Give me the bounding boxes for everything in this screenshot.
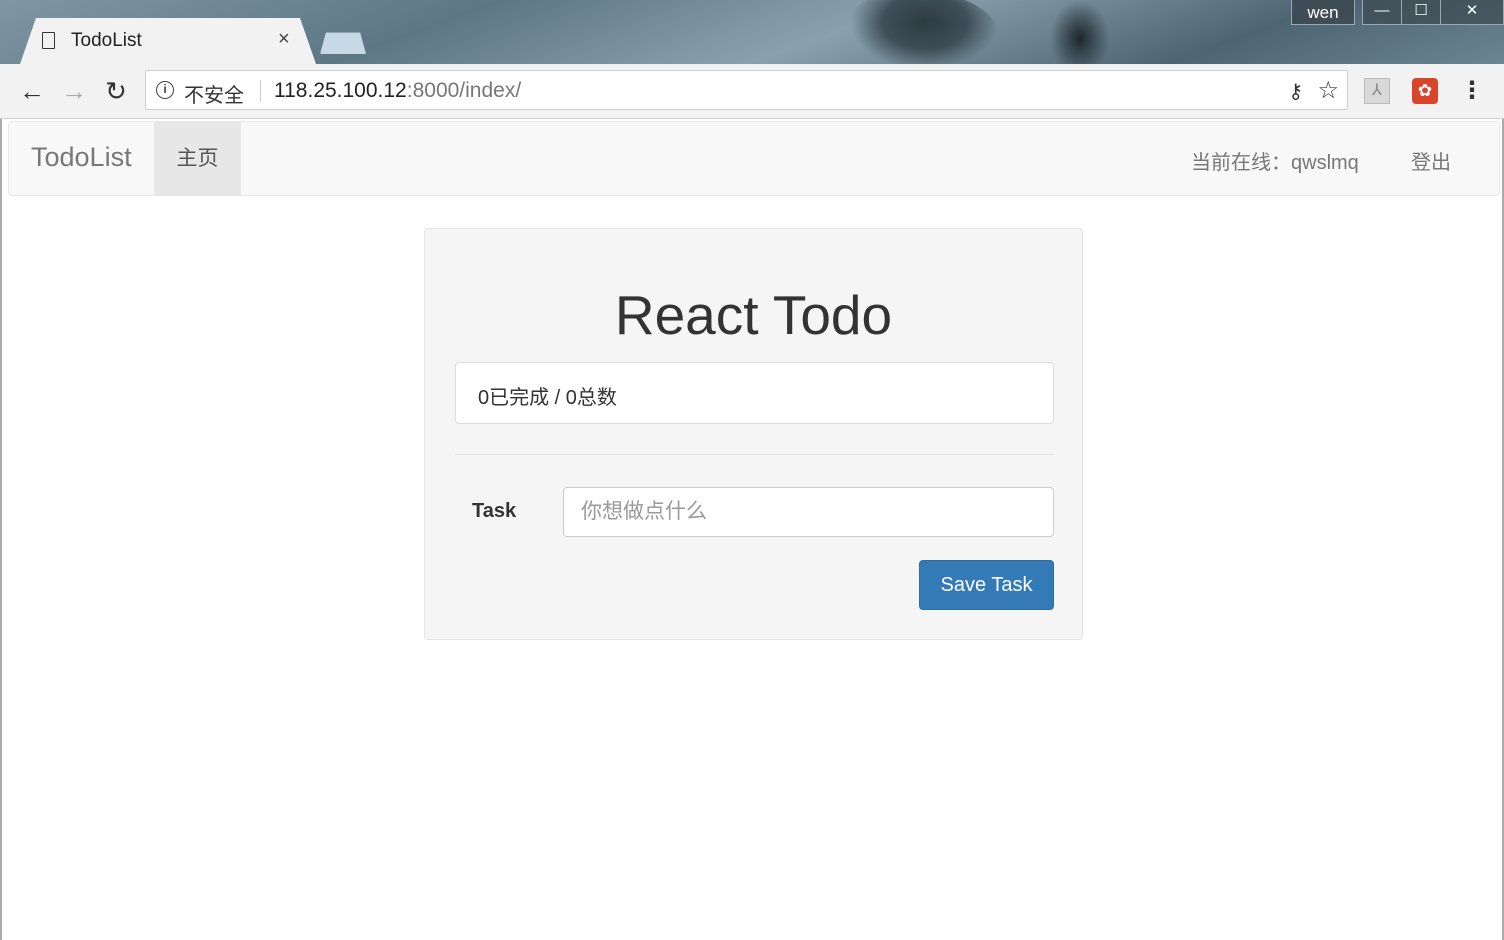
task-stats: 0已完成 / 0总数 — [478, 387, 617, 409]
save-task-button[interactable]: Save Task — [919, 560, 1054, 610]
divider — [455, 454, 1054, 455]
browser-toolbar: ← → ↻ i 不安全 118.25.100.12:8000/index/ ⚷ … — [0, 64, 1504, 119]
tab-shape — [20, 18, 316, 64]
browser-title-bar: TodoList × wen — ☐ ✕ — [0, 0, 1504, 64]
red-extension-icon[interactable]: ✿ — [1412, 78, 1438, 104]
reload-button[interactable]: ↻ — [101, 76, 131, 106]
star-icon[interactable]: ☆ — [1317, 76, 1339, 105]
maximize-button[interactable]: ☐ — [1401, 0, 1441, 25]
profile-button[interactable]: wen — [1291, 0, 1355, 25]
wallpaper-decoration — [1050, 0, 1110, 64]
tab-close-icon[interactable]: × — [278, 28, 290, 51]
task-stats-box: 0已完成 / 0总数 — [455, 362, 1054, 424]
url-path: :8000/index/ — [406, 79, 522, 102]
divider — [260, 80, 261, 102]
page-title: React Todo — [614, 284, 893, 346]
menu-icon[interactable]: ⋮ — [1460, 76, 1484, 106]
address-bar[interactable]: i 不安全 118.25.100.12:8000/index/ ⚷ ☆ — [145, 70, 1348, 110]
forward-button[interactable]: → — [59, 76, 89, 106]
tab-title: TodoList — [71, 30, 142, 51]
wallpaper-decoration — [850, 0, 1000, 64]
todo-panel: React Todo 0已完成 / 0总数 Task Save Task — [424, 228, 1083, 640]
new-tab-button[interactable] — [320, 32, 366, 54]
minimize-button[interactable]: — — [1362, 0, 1402, 25]
key-icon[interactable]: ⚷ — [1288, 79, 1303, 104]
page-icon — [42, 32, 55, 49]
page-content: TodoList 主页 当前在线：qwslmq 登出 React Todo 0已… — [0, 119, 1504, 940]
task-label: Task — [472, 500, 517, 522]
logout-link[interactable]: 登出 — [1411, 146, 1451, 175]
back-button[interactable]: ← — [17, 76, 47, 106]
security-label[interactable]: 不安全 — [184, 79, 244, 108]
browser-tab[interactable]: TodoList × — [20, 18, 316, 64]
info-icon[interactable]: i — [156, 81, 174, 99]
nav-home[interactable]: 主页 — [154, 122, 241, 195]
close-window-button[interactable]: ✕ — [1440, 0, 1504, 25]
pdf-extension-icon[interactable]: ⅄ — [1364, 78, 1390, 104]
site-navbar: TodoList 主页 当前在线：qwslmq 登出 — [8, 121, 1500, 196]
window-controls: wen — ☐ ✕ — [1291, 0, 1504, 26]
online-user-label: 当前在线：qwslmq — [1191, 152, 1359, 174]
task-input[interactable] — [563, 487, 1054, 537]
navbar-brand[interactable]: TodoList — [31, 142, 132, 173]
url-host: 118.25.100.12 — [274, 79, 407, 102]
url-text[interactable]: 118.25.100.12:8000/index/ — [274, 79, 521, 103]
